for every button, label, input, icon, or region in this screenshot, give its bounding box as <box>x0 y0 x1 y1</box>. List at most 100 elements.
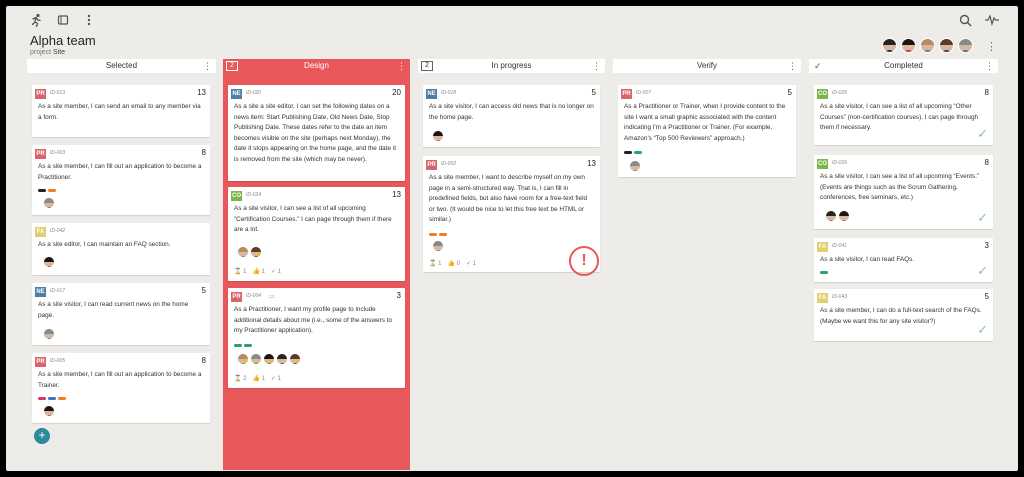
story-card[interactable]: PR ID-013 13 As a site member, I can sen… <box>32 85 210 137</box>
activity-pulse-icon[interactable] <box>984 12 1000 28</box>
column-title: Completed <box>884 61 923 70</box>
checkmark-icon: ✓ <box>977 126 988 141</box>
avatar[interactable] <box>839 211 849 221</box>
card-text: As a site visitor, I can read current ne… <box>38 301 189 319</box>
column-title: In progress <box>491 61 532 70</box>
column-header[interactable]: Verify ⋮ <box>613 59 801 73</box>
column-header[interactable]: 2 In progress ⋮ <box>418 59 605 73</box>
team-avatars <box>882 38 973 53</box>
exclamation-icon[interactable]: ! <box>569 246 599 276</box>
avatar[interactable] <box>882 38 897 53</box>
project-subtitle: project Site <box>30 49 65 56</box>
story-card[interactable]: FA ID-042 As a site editor, I can mainta… <box>32 223 210 275</box>
avatar[interactable] <box>238 247 248 257</box>
search-icon[interactable] <box>957 12 973 28</box>
type-badge: NE <box>35 287 46 297</box>
tag <box>48 397 56 400</box>
story-card[interactable]: NE ID-017 5 As a site visitor, I can rea… <box>32 283 210 345</box>
vertical-dots-icon[interactable] <box>81 12 97 28</box>
vertical-dots-icon[interactable]: ⋮ <box>788 59 797 73</box>
done-stat: ✓ 1 <box>270 269 282 275</box>
done-stat: ✓ 1 <box>270 376 282 382</box>
avatar[interactable] <box>44 198 54 208</box>
story-card[interactable]: PR ID-005 8 As a site member, I can fill… <box>32 353 210 423</box>
hours-stat: ⌛ 1 <box>429 261 442 267</box>
avatar[interactable]: ! <box>290 354 300 364</box>
tag <box>634 151 642 154</box>
running-person-icon[interactable] <box>28 12 44 28</box>
likes-stat: 👍 1 <box>252 269 265 275</box>
card-text: As a site visitor, I can access old news… <box>429 103 594 121</box>
avatar[interactable]: ! <box>251 247 261 257</box>
card-id: ID-017 <box>50 288 66 294</box>
vertical-dots-icon[interactable]: ⋮ <box>203 59 212 73</box>
story-card[interactable]: NE ID-020 20 As a site a site editor, I … <box>228 85 405 181</box>
card-id: ID-002 <box>441 161 457 167</box>
card-avatars <box>433 131 443 141</box>
story-card[interactable]: CO ID-025 8 As a site visitor, I can see… <box>814 85 993 145</box>
story-card[interactable]: PR ID-002 13 As a site member, I want to… <box>423 156 600 276</box>
type-badge: NE <box>426 89 437 99</box>
vertical-dots-icon[interactable]: ⋮ <box>985 59 994 73</box>
column-title: Verify <box>696 61 717 70</box>
story-card[interactable]: CO ID-026 8 As a site visitor, I can see… <box>814 155 993 229</box>
story-card[interactable]: NE ID-018 5 As a site visitor, I can acc… <box>423 85 600 147</box>
story-points: 13 <box>392 190 401 199</box>
avatar[interactable] <box>939 38 954 53</box>
wip-limit: 2 <box>226 61 238 71</box>
avatar[interactable] <box>920 38 935 53</box>
story-card[interactable]: FA ID-041 3 As a site visitor, I can rea… <box>814 238 993 282</box>
story-points: 20 <box>392 88 401 97</box>
card-text: As a site visitor, I can see a list of a… <box>820 173 980 202</box>
card-id: ID-026 <box>832 160 848 166</box>
card-text: As a site editor, I can maintain an FAQ … <box>38 241 171 248</box>
column-header[interactable]: 2 Design ⋮ <box>223 59 410 73</box>
type-badge: CO <box>817 159 828 169</box>
avatar[interactable] <box>44 257 54 267</box>
avatar[interactable] <box>251 354 261 364</box>
story-points: 13 <box>587 159 596 168</box>
card-text: As a site visitor, I can see a list of a… <box>820 103 979 132</box>
warning-icon: ! <box>296 360 300 364</box>
card-id: ID-013 <box>50 90 66 96</box>
checkmark-icon: ✓ <box>977 322 988 337</box>
story-card[interactable]: CO ID-024 13 As a site visitor, I can se… <box>228 187 405 281</box>
project-name[interactable]: Site <box>53 49 65 56</box>
vertical-dots-icon[interactable]: ⋮ <box>397 59 406 73</box>
avatar[interactable]: ! <box>238 354 248 364</box>
avatar[interactable] <box>44 329 54 339</box>
vertical-dots-icon[interactable]: ⋮ <box>592 59 601 73</box>
avatar[interactable] <box>44 406 54 416</box>
avatar[interactable] <box>901 38 916 53</box>
column-header[interactable]: ✓ Completed ⋮ <box>809 59 998 73</box>
story-card[interactable]: PR ID-004 ▭ 3 As a Practitioner, I want … <box>228 288 405 388</box>
warning-icon: ! <box>244 360 248 364</box>
card-stats: ⌛ 1 👍 0 ✓ 1 <box>429 260 476 267</box>
tag <box>244 344 252 347</box>
avatar[interactable] <box>433 131 443 141</box>
story-points: 5 <box>787 88 792 97</box>
avatar[interactable] <box>630 161 640 171</box>
add-card-button[interactable]: + <box>34 428 50 444</box>
card-text: As a Practitioner, I want my profile pag… <box>234 306 393 335</box>
avatar[interactable] <box>958 38 973 53</box>
avatar[interactable] <box>826 211 836 221</box>
card-avatars <box>44 406 54 416</box>
card-stats: ⌛ 2 👍 1 ✓ 1 <box>234 375 281 382</box>
card-text: As a site member, I want to describe mys… <box>429 174 588 224</box>
card-id: ID-004 <box>246 293 262 299</box>
card-text: As a site member, I can do a full-text s… <box>820 307 982 325</box>
team-menu-icon[interactable]: ⋮ <box>986 42 997 53</box>
story-card[interactable]: PR ID-007 5 As a Practitioner or Trainer… <box>618 85 796 177</box>
avatar[interactable]: ! <box>264 354 274 364</box>
window-icon[interactable] <box>55 12 71 28</box>
card-stats: ⌛ 1 👍 1 ✓ 1 <box>234 268 281 275</box>
avatar[interactable] <box>277 354 287 364</box>
story-card[interactable]: PR ID-003 8 As a site member, I can fill… <box>32 145 210 215</box>
column-title: Design <box>304 61 329 70</box>
card-text: As a site visitor, I can read FAQs. <box>820 256 915 263</box>
avatar[interactable] <box>433 241 443 251</box>
tag <box>820 271 828 274</box>
story-card[interactable]: FA ID-043 5 As a site member, I can do a… <box>814 289 993 341</box>
column-header[interactable]: Selected ⋮ <box>27 59 216 73</box>
